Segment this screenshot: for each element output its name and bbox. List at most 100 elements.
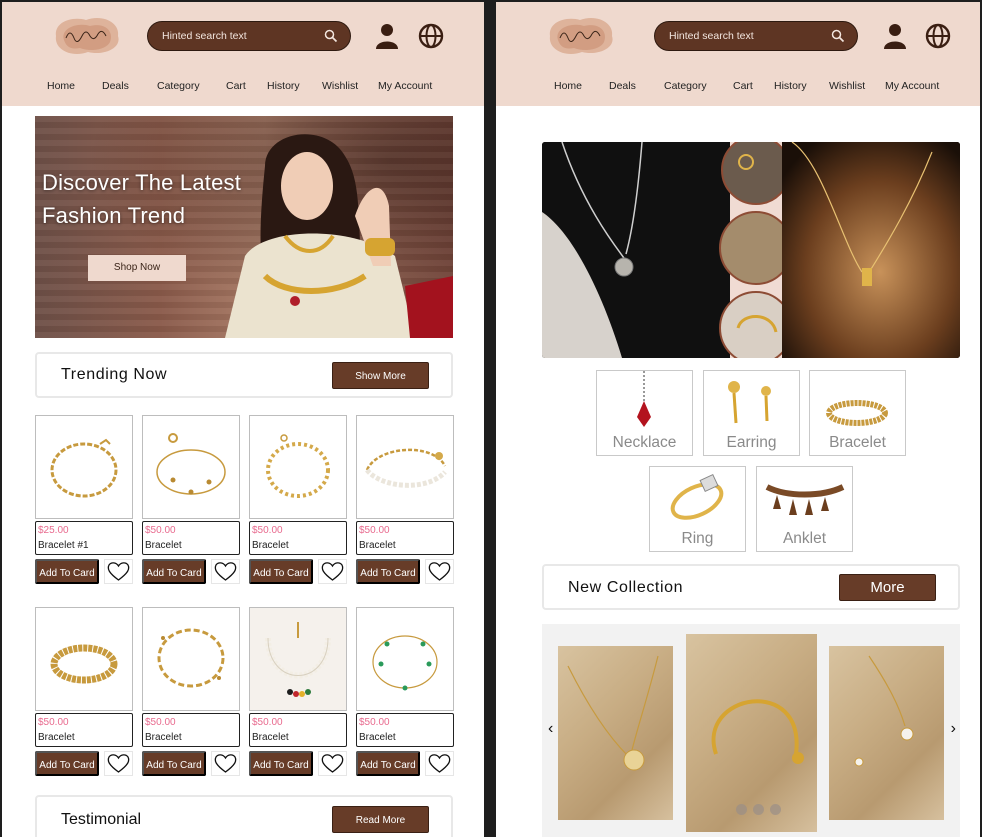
nav-category[interactable]: Category [664,80,707,92]
search-bar[interactable] [147,21,351,51]
heart-icon[interactable] [104,751,133,776]
collection-slide[interactable] [829,646,944,820]
product-price: $50.00 [145,525,176,536]
product-info: $50.00 Bracelet [142,521,240,555]
add-to-card-button[interactable]: Add To Card [142,559,206,584]
category-label: Bracelet [829,434,886,451]
category-bracelet[interactable]: Bracelet [809,370,906,456]
add-to-card-button[interactable]: Add To Card [35,559,99,584]
heart-icon[interactable] [104,559,133,584]
collection-slide[interactable] [558,646,673,820]
nav-my-account[interactable]: My Account [885,80,939,92]
product-info: $50.00 Bracelet [142,713,240,747]
category-anklet[interactable]: Anklet [756,466,853,552]
chevron-right-icon[interactable]: › [951,720,956,738]
nav-home[interactable]: Home [47,80,75,92]
user-icon[interactable] [883,23,907,49]
product-name: Bracelet [359,732,396,743]
carousel-dot[interactable] [753,804,764,815]
category-label: Anklet [782,530,827,547]
product-info: $50.00 Bracelet [249,521,347,555]
chevron-left-icon[interactable]: ‹ [548,720,553,738]
hero-collage-image [542,142,960,358]
home-page-right: Home Deals Category Cart History Wishlis… [496,2,980,837]
product-name: Bracelet [145,732,182,743]
category-ring[interactable]: Ring [649,466,746,552]
trending-title: Trending Now [61,366,168,383]
nav-deals[interactable]: Deals [609,80,636,92]
add-to-card-button[interactable]: Add To Card [142,751,206,776]
product-image[interactable] [35,607,133,711]
category-label: Ring [681,530,714,547]
heart-icon[interactable] [318,751,347,776]
logo[interactable] [50,12,124,58]
product-price: $50.00 [145,717,176,728]
more-button[interactable]: More [839,574,936,601]
new-collection-title: New Collection [568,579,684,596]
add-to-card-button[interactable]: Add To Card [356,559,420,584]
nav-wishlist[interactable]: Wishlist [829,80,865,92]
new-collection-carousel[interactable]: ‹ › [542,624,960,837]
add-to-card-button[interactable]: Add To Card [356,751,420,776]
product-image[interactable] [142,607,240,711]
show-more-button[interactable]: Show More [332,362,429,389]
nav-my-account[interactable]: My Account [378,80,432,92]
carousel-dot[interactable] [736,804,747,815]
carousel-dot[interactable] [770,804,781,815]
category-earring[interactable]: Earring [703,370,800,456]
product-image[interactable] [356,607,454,711]
product-image[interactable] [35,415,133,519]
product-image[interactable] [249,607,347,711]
product-name: Bracelet [38,732,75,743]
user-icon[interactable] [375,23,399,49]
read-more-button[interactable]: Read More [332,806,429,833]
nav-history[interactable]: History [774,80,807,92]
hero-collage [542,142,960,358]
header: Home Deals Category Cart History Wishlis… [496,2,980,106]
bracelet-image [826,400,888,426]
heart-icon[interactable] [211,559,240,584]
product-image[interactable] [142,415,240,519]
hero-title-line2: Fashion Trend [42,203,186,228]
search-bar[interactable] [654,21,858,51]
add-to-card-button[interactable]: Add To Card [249,751,313,776]
trending-now-bar: Trending Now Show More [35,352,453,398]
product-image[interactable] [356,415,454,519]
heart-icon[interactable] [425,751,454,776]
necklace-image [637,371,651,427]
nav-history[interactable]: History [267,80,300,92]
heart-icon[interactable] [425,559,454,584]
nav-cart[interactable]: Cart [733,80,753,92]
anklet-image [765,484,845,515]
product-name: Bracelet [252,732,289,743]
product-name: Bracelet [252,540,289,551]
heart-icon[interactable] [211,751,240,776]
category-necklace[interactable]: Necklace [596,370,693,456]
product-price: $50.00 [359,525,390,536]
logo[interactable] [544,12,618,58]
nav-home[interactable]: Home [554,80,582,92]
product-info: $50.00 Bracelet [35,713,133,747]
search-icon[interactable] [831,29,845,43]
testimonial-title: Testimonial [61,811,142,828]
search-input[interactable] [669,28,819,44]
search-input[interactable] [162,28,312,44]
globe-icon[interactable] [418,23,444,49]
globe-icon[interactable] [925,23,951,49]
ring-image [670,473,724,520]
product-info: $50.00 Bracelet [356,713,454,747]
nav-deals[interactable]: Deals [102,80,129,92]
shop-now-button[interactable]: Shop Now [88,255,186,281]
product-info: $50.00 Bracelet [249,713,347,747]
heart-icon[interactable] [318,559,347,584]
nav-category[interactable]: Category [157,80,200,92]
earring-image [728,381,771,424]
add-to-card-button[interactable]: Add To Card [249,559,313,584]
collection-slide[interactable] [686,634,817,832]
nav-wishlist[interactable]: Wishlist [322,80,358,92]
product-image[interactable] [249,415,347,519]
product-info: $50.00 Bracelet [356,521,454,555]
nav-cart[interactable]: Cart [226,80,246,92]
add-to-card-button[interactable]: Add To Card [35,751,99,776]
search-icon[interactable] [324,29,338,43]
